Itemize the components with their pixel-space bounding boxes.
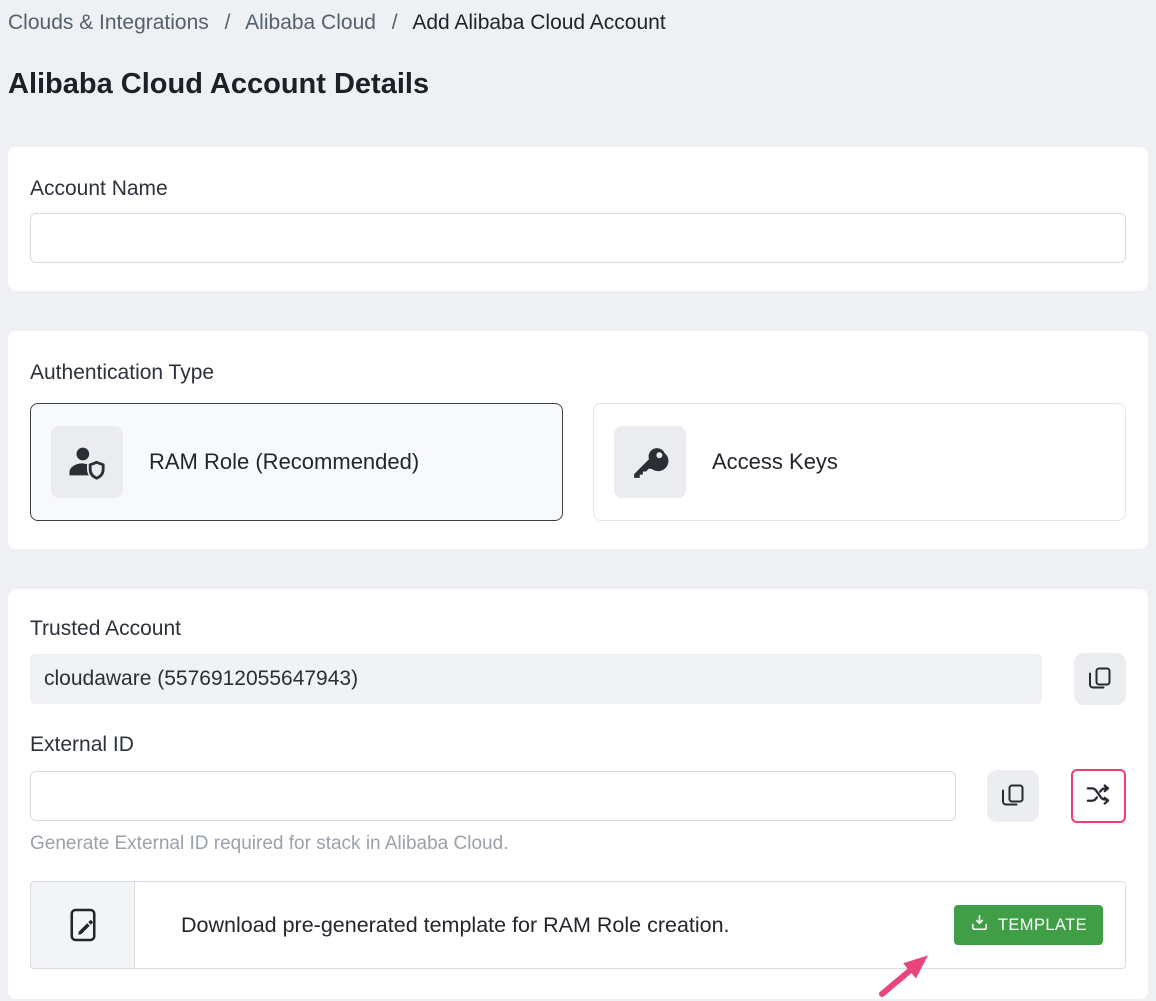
trusted-account-row — [30, 653, 1126, 705]
account-name-input[interactable] — [30, 213, 1126, 263]
auth-option-access-keys-label: Access Keys — [712, 449, 838, 475]
auth-option-access-keys[interactable]: Access Keys — [593, 403, 1126, 521]
account-name-card: Account Name — [8, 147, 1148, 291]
copy-trusted-account-button[interactable] — [1074, 653, 1126, 705]
trusted-account-input[interactable] — [30, 654, 1042, 704]
template-description: Download pre-generated template for RAM … — [181, 913, 954, 938]
external-id-row — [30, 769, 1126, 823]
shuffle-icon — [1085, 781, 1112, 811]
document-edit-icon — [31, 882, 135, 968]
account-name-label: Account Name — [30, 177, 1126, 201]
auth-option-ram-role[interactable]: RAM Role (Recommended) — [30, 403, 563, 521]
download-template-button-label: TEMPLATE — [998, 916, 1087, 935]
breadcrumb-separator: / — [392, 11, 398, 34]
user-shield-icon — [51, 426, 123, 498]
template-row: Download pre-generated template for RAM … — [30, 881, 1126, 969]
page-title: Alibaba Cloud Account Details — [8, 68, 1148, 101]
copy-icon — [1001, 783, 1025, 810]
download-template-button[interactable]: TEMPLATE — [954, 905, 1103, 945]
copy-external-id-button[interactable] — [987, 770, 1039, 822]
external-id-label: External ID — [30, 733, 1126, 757]
ram-role-details-card: Trusted Account External ID — [8, 589, 1148, 999]
auth-options: RAM Role (Recommended) Access Keys — [30, 403, 1126, 521]
generate-external-id-button[interactable] — [1071, 769, 1126, 823]
breadcrumb-alibaba-cloud[interactable]: Alibaba Cloud — [245, 11, 376, 34]
authentication-type-label: Authentication Type — [30, 361, 1126, 385]
breadcrumb-separator: / — [225, 11, 231, 34]
breadcrumb: Clouds & Integrations / Alibaba Cloud / … — [0, 0, 1156, 36]
download-icon — [970, 913, 989, 937]
external-id-helper-text: Generate External ID required for stack … — [30, 833, 1126, 855]
breadcrumb-current-page: Add Alibaba Cloud Account — [412, 11, 665, 34]
external-id-input[interactable] — [30, 771, 956, 821]
copy-icon — [1088, 666, 1112, 693]
authentication-type-card: Authentication Type RAM Role (Recommende… — [8, 331, 1148, 549]
trusted-account-label: Trusted Account — [30, 617, 1126, 641]
breadcrumb-clouds-integrations[interactable]: Clouds & Integrations — [8, 11, 209, 34]
auth-option-ram-role-label: RAM Role (Recommended) — [149, 449, 419, 475]
key-icon — [614, 426, 686, 498]
